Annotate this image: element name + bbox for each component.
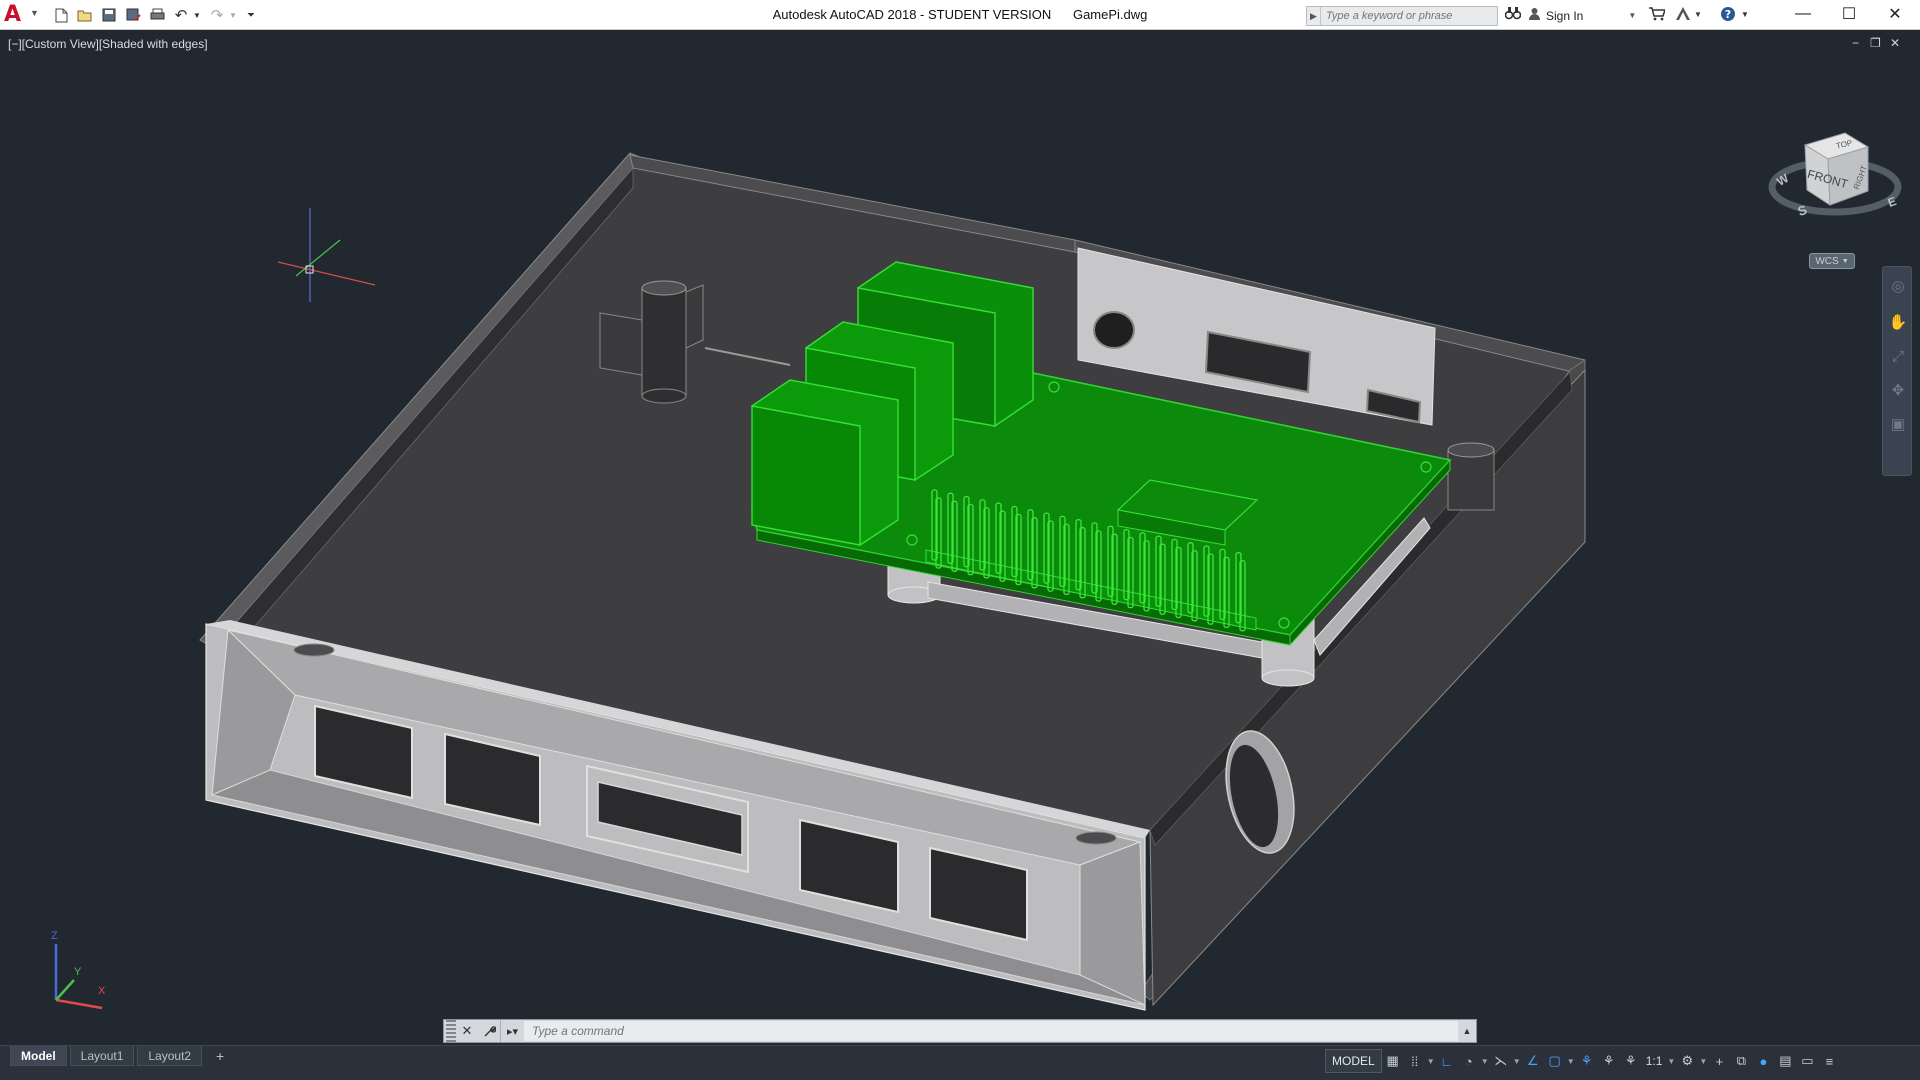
annotation-scale-value[interactable]: 1:1 (1642, 1054, 1667, 1068)
wcs-menu-button[interactable]: WCS ▼ (1809, 253, 1855, 269)
add-layout-icon[interactable]: + (209, 1046, 231, 1066)
layout-tabs: Model Layout1 Layout2 + (10, 1046, 231, 1066)
isolate-objects-icon[interactable]: ● (1752, 1049, 1774, 1073)
drag-handle-icon[interactable] (446, 1020, 456, 1042)
plot-icon[interactable] (148, 6, 166, 24)
status-toggles: MODEL ▦ ⁞⁞ ▼ ∟ ◔ ▼ ⋋ ▼ ∠ ▢ ▼ ⚘ ⚘ ⚘ 1:1 ▼… (1325, 1046, 1840, 1076)
pan-icon[interactable]: ✋ (1888, 313, 1908, 333)
plus-icon[interactable]: + (1708, 1049, 1730, 1073)
crosshair-cursor (277, 208, 376, 302)
chevron-down-icon[interactable]: ▼ (1741, 10, 1749, 19)
chevron-up-icon[interactable]: ▲ (1458, 1020, 1476, 1042)
file-name: GamePi.dwg (1072, 7, 1148, 22)
object-snap-tracking-icon[interactable]: ∠ (1522, 1049, 1544, 1073)
chevron-down-icon[interactable]: ▼ (1566, 1049, 1576, 1073)
maximize-button[interactable]: ☐ (1826, 0, 1872, 28)
ucs-z-label: Z (51, 930, 58, 942)
showmotion-icon[interactable]: ▣ (1888, 415, 1908, 435)
isometric-drafting-icon[interactable]: ⋋ (1490, 1049, 1512, 1073)
wcs-label: WCS (1815, 255, 1839, 267)
chevron-down-icon[interactable]: ▼ (1694, 10, 1702, 19)
chevron-down-icon[interactable]: ▼ (1512, 1049, 1522, 1073)
binoculars-icon[interactable] (1504, 6, 1522, 23)
close-icon[interactable]: ✕ (456, 1020, 478, 1042)
open-icon[interactable] (76, 6, 94, 24)
orbit-icon[interactable]: ✥ (1888, 381, 1908, 401)
chevron-down-icon[interactable]: ▼ (1628, 11, 1636, 20)
command-prompt-icon[interactable]: ▸▾ (500, 1020, 524, 1042)
title-bar: A ▼ ↶ ▼ ↷ ▼ ⏷ Autodesk AutoCAD 2018 - ST… (0, 0, 1920, 30)
object-snap-icon[interactable]: ▢ (1544, 1049, 1566, 1073)
application-menu-button[interactable]: A (4, 4, 26, 26)
autodesk-a360-icon[interactable] (1675, 6, 1691, 24)
user-icon (1528, 7, 1541, 24)
gear-icon[interactable]: ⚙ (1676, 1049, 1698, 1073)
save-icon[interactable] (100, 6, 118, 24)
chevron-down-icon[interactable]: ▼ (1480, 1049, 1490, 1073)
chevron-right-icon[interactable]: ▶ (1307, 7, 1321, 25)
annotation-visibility-icon[interactable]: ⚘ (1576, 1049, 1598, 1073)
chevron-down-icon[interactable]: ▼ (30, 8, 39, 18)
clean-screen-icon[interactable]: ▭ (1796, 1049, 1818, 1073)
svg-text:?: ? (1725, 8, 1731, 21)
redo-dropdown-icon[interactable]: ▼ (228, 6, 238, 24)
ucs-y-label: Y (74, 966, 82, 978)
search-box[interactable]: ▶ (1306, 6, 1498, 26)
chevron-down-icon[interactable]: ▼ (1666, 1049, 1676, 1073)
tab-layout1[interactable]: Layout1 (69, 1046, 135, 1066)
ortho-icon[interactable]: ∟ (1436, 1049, 1458, 1073)
chevron-down-icon[interactable]: ▼ (1426, 1049, 1436, 1073)
ucs-icon: Z Y X (44, 930, 114, 1010)
drawing-viewport[interactable]: [−][Custom View][Shaded with edges] − ❐ … (0, 30, 1920, 1045)
ucs-x-label: X (98, 985, 106, 997)
navigation-bar: ◎ ✋ ⤢ ✥ ▣ (1882, 266, 1912, 476)
tab-model[interactable]: Model (10, 1046, 67, 1066)
grid-icon[interactable]: ▦ (1382, 1049, 1404, 1073)
chevron-down-icon[interactable]: ▼ (1698, 1049, 1708, 1073)
help-icon[interactable]: ? (1720, 6, 1736, 25)
search-input[interactable] (1321, 7, 1497, 25)
customize-icon[interactable]: ⏷ (244, 6, 258, 24)
cart-icon[interactable] (1648, 6, 1667, 24)
app-title: Autodesk AutoCAD 2018 - STUDENT VERSION (772, 7, 1052, 22)
polar-tracking-icon[interactable]: ◔ (1458, 1049, 1480, 1073)
customization-menu-icon[interactable]: ≡ (1818, 1049, 1840, 1073)
redo-icon[interactable]: ↷ (208, 6, 226, 24)
undo-icon[interactable]: ↶ (172, 6, 190, 24)
model-space-button[interactable]: MODEL (1325, 1049, 1382, 1073)
auto-scale-icon[interactable]: ⚘ (1598, 1049, 1620, 1073)
annotation-scale-icon[interactable]: ⚘ (1620, 1049, 1642, 1073)
zoom-extents-icon[interactable]: ⤢ (1888, 347, 1908, 367)
command-line[interactable]: ✕ ▸▾ ▲ (443, 1019, 1477, 1043)
hardware-acceleration-icon[interactable]: ▤ (1774, 1049, 1796, 1073)
snap-mode-icon[interactable]: ⁞⁞ (1404, 1049, 1426, 1073)
close-button[interactable]: ✕ (1872, 0, 1918, 28)
tab-layout2[interactable]: Layout2 (137, 1046, 203, 1066)
status-bar: Model Layout1 Layout2 + MODEL ▦ ⁞⁞ ▼ ∟ ◔… (0, 1045, 1920, 1080)
sign-in-label: Sign In (1546, 8, 1584, 23)
save-as-icon[interactable] (124, 6, 142, 24)
sign-in-button[interactable]: Sign In ▼ (1528, 7, 1636, 24)
autocad-window: A ▼ ↶ ▼ ↷ ▼ ⏷ Autodesk AutoCAD 2018 - ST… (0, 0, 1920, 1080)
viewcube[interactable]: TOP FRONT RIGHT W S E (1760, 95, 1910, 235)
undo-dropdown-icon[interactable]: ▼ (192, 6, 202, 24)
wrench-icon[interactable] (478, 1020, 500, 1042)
chevron-down-icon: ▼ (1841, 257, 1849, 265)
3d-model-scene[interactable] (0, 30, 1920, 1045)
minimize-button[interactable]: — (1780, 0, 1826, 28)
quick-properties-icon[interactable]: ⧉ (1730, 1049, 1752, 1073)
new-icon[interactable] (52, 6, 70, 24)
steering-wheel-icon[interactable]: ◎ (1888, 277, 1908, 297)
command-input[interactable] (524, 1021, 1458, 1041)
